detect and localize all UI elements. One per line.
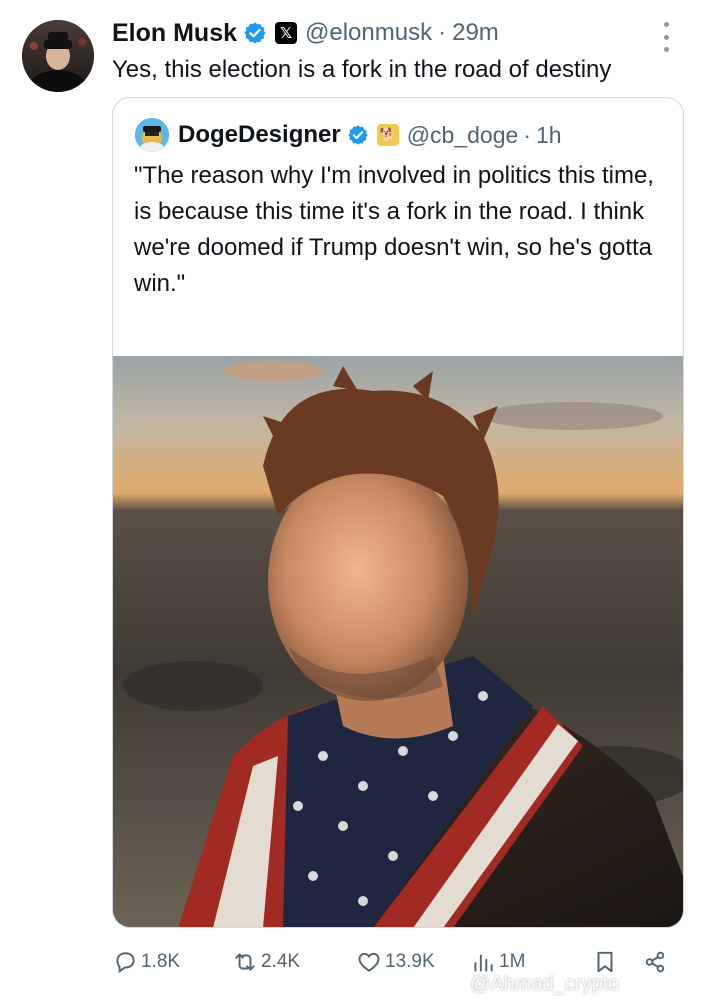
- x-logo-icon: 𝕏: [275, 22, 298, 44]
- reply-button[interactable]: 1.8K: [112, 944, 180, 980]
- quoted-tweet[interactable]: DogeDesigner 🐕 @cb_doge · 1h "The reason…: [112, 97, 684, 928]
- tweet-header: Elon Musk 𝕏 @elonmusk · 29m: [112, 16, 499, 50]
- repost-button[interactable]: 2.4K: [232, 944, 300, 980]
- separator-dot: ·: [523, 121, 531, 148]
- repost-icon: [235, 953, 255, 971]
- like-count: 13.9K: [385, 951, 435, 972]
- tweet-text: Yes, this election is a fork in the road…: [112, 56, 612, 83]
- like-button[interactable]: 13.9K: [356, 944, 435, 980]
- verified-badge-icon: [348, 125, 368, 145]
- repost-count: 2.4K: [261, 951, 301, 972]
- author-name[interactable]: Elon Musk: [112, 19, 237, 48]
- separator-dot: ·: [438, 19, 447, 46]
- quote-time[interactable]: 1h: [536, 122, 562, 149]
- quote-text: "The reason why I'm involved in politics…: [134, 162, 654, 297]
- author-avatar[interactable]: [22, 20, 94, 92]
- heart-icon: [358, 952, 380, 972]
- author-handle[interactable]: @elonmusk: [305, 19, 432, 47]
- reply-icon: [116, 952, 135, 974]
- share-button[interactable]: [642, 944, 671, 980]
- quote-header: DogeDesigner 🐕 @cb_doge · 1h: [135, 118, 562, 152]
- quote-author-handle[interactable]: @cb_doge: [407, 122, 519, 149]
- quote-author-name[interactable]: DogeDesigner: [178, 121, 341, 149]
- more-options-icon[interactable]: [654, 22, 678, 52]
- doge-icon: 🐕: [376, 124, 399, 146]
- watermark-text: @Ahmad_crypto: [470, 973, 620, 995]
- quote-author-avatar[interactable]: [135, 118, 169, 152]
- tweet-time[interactable]: 29m: [452, 19, 499, 47]
- quote-media-image[interactable]: [113, 356, 683, 928]
- reply-count: 1.8K: [141, 951, 181, 972]
- verified-badge-icon: [244, 22, 266, 44]
- bookmark-icon: [597, 951, 613, 973]
- views-chart-icon: [474, 954, 493, 972]
- share-icon: [645, 951, 665, 973]
- views-count: 1M: [499, 951, 526, 972]
